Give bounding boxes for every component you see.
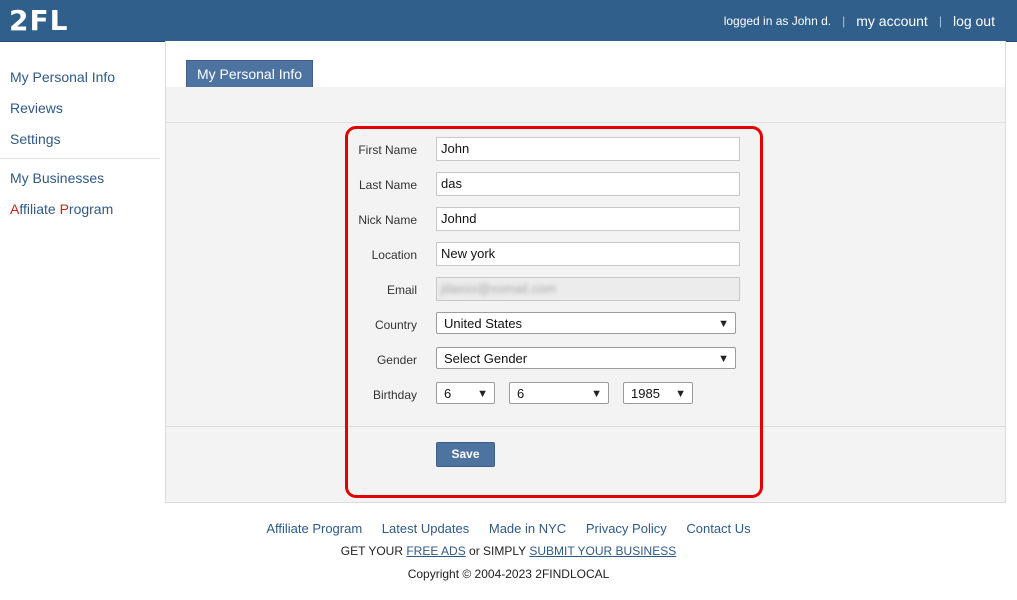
footer-links: Affiliate Program Latest Updates Made in… (0, 521, 1017, 536)
top-bar: 2FL logged in as John d. | my account | … (0, 0, 1017, 42)
sidebar-item-my-businesses[interactable]: My Businesses (0, 163, 160, 194)
log-out-link[interactable]: log out (953, 13, 995, 29)
site-logo[interactable]: 2FL (9, 4, 68, 37)
sidebar-item-settings[interactable]: Settings (0, 124, 160, 155)
sidebar-item-reviews[interactable]: Reviews (0, 93, 160, 124)
footer-link-affiliate-program[interactable]: Affiliate Program (266, 521, 362, 536)
affiliate-text-2: rogram (68, 201, 114, 217)
free-ads-link[interactable]: FREE ADS (406, 544, 465, 558)
sidebar-item-affiliate-program[interactable]: Affiliate Program (0, 194, 160, 225)
affiliate-letter-p: P (59, 201, 69, 217)
footer-link-made-in-nyc[interactable]: Made in NYC (489, 521, 566, 536)
footer-link-latest-updates[interactable]: Latest Updates (382, 521, 469, 536)
tab-bar: My Personal Info (166, 41, 1005, 88)
my-account-link[interactable]: my account (856, 13, 928, 29)
tab-my-personal-info[interactable]: My Personal Info (186, 60, 314, 87)
highlight-box (345, 126, 763, 498)
footer-or-simply: or SIMPLY (469, 544, 526, 558)
sidebar: My Personal Info Reviews Settings My Bus… (0, 62, 160, 225)
footer-cta: GET YOUR FREE ADS or SIMPLY SUBMIT YOUR … (0, 544, 1017, 558)
account-nav: logged in as John d. | my account | log … (724, 13, 995, 29)
sidebar-divider (0, 158, 160, 159)
footer-get-your: GET YOUR (340, 544, 403, 558)
footer-link-privacy-policy[interactable]: Privacy Policy (586, 521, 667, 536)
footer-link-contact-us[interactable]: Contact Us (686, 521, 750, 536)
affiliate-text-1: ffiliate (19, 201, 60, 217)
copyright: Copyright © 2004-2023 2FINDLOCAL (407, 567, 610, 581)
submit-business-link[interactable]: SUBMIT YOUR BUSINESS (529, 544, 676, 558)
toolbar-band (166, 87, 1005, 123)
nav-separator: | (938, 14, 942, 28)
affiliate-letter-a: A (10, 201, 20, 217)
logged-in-text: logged in as John d. (723, 14, 832, 28)
nav-separator: | (842, 14, 846, 28)
sidebar-item-personal-info[interactable]: My Personal Info (0, 62, 160, 93)
